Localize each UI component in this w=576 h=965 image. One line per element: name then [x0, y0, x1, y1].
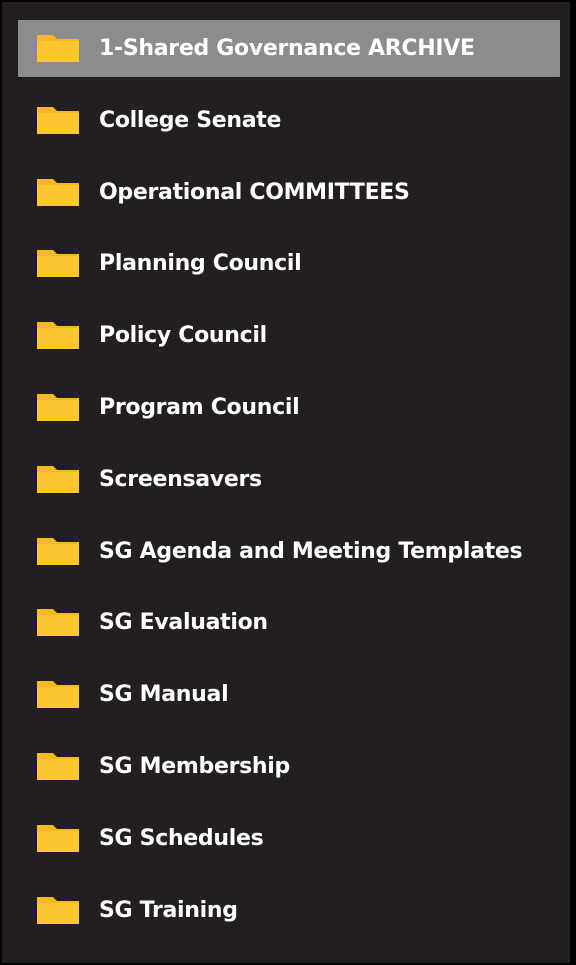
folder-panel: 1-Shared Governance ARCHIVE College Sena…: [0, 0, 576, 965]
folder-label: Operational COMMITTEES: [99, 179, 410, 205]
folder-icon: [35, 177, 81, 208]
folder-icon: [35, 895, 81, 926]
folder-item-sg-manual[interactable]: SG Manual: [18, 666, 560, 723]
folder-label: Planning Council: [99, 251, 302, 277]
folder-icon: [35, 248, 81, 279]
folder-icon: [35, 536, 81, 567]
folder-icon: [35, 751, 81, 782]
folder-icon: [35, 464, 81, 495]
folder-label: SG Schedules: [99, 825, 264, 851]
folder-label: Policy Council: [99, 323, 267, 349]
folder-label: Program Council: [99, 394, 300, 420]
folder-label: SG Agenda and Meeting Templates: [99, 538, 523, 564]
folder-item-sg-training[interactable]: SG Training: [18, 882, 560, 939]
folder-label: Screensavers: [99, 466, 262, 492]
folder-item-policy-council[interactable]: Policy Council: [18, 307, 560, 364]
folder-icon: [35, 105, 81, 136]
folder-icon: [35, 320, 81, 351]
folder-item-sg-schedules[interactable]: SG Schedules: [18, 810, 560, 867]
folder-label: College Senate: [99, 107, 282, 133]
folder-item-planning-council[interactable]: Planning Council: [18, 235, 560, 292]
folder-label: 1-Shared Governance ARCHIVE: [99, 36, 475, 61]
folder-item-sg-evaluation[interactable]: SG Evaluation: [18, 594, 560, 651]
folder-item-college-senate[interactable]: College Senate: [18, 92, 560, 149]
folder-icon: [35, 392, 81, 423]
folder-label: SG Manual: [99, 682, 229, 708]
folder-item-shared-governance-archive[interactable]: 1-Shared Governance ARCHIVE: [18, 20, 560, 77]
folder-icon: [35, 823, 81, 854]
folder-label: SG Evaluation: [99, 610, 268, 636]
folder-icon: [35, 607, 81, 638]
folder-item-operational-committees[interactable]: Operational COMMITTEES: [18, 164, 560, 221]
folder-list: 1-Shared Governance ARCHIVE College Sena…: [18, 20, 560, 953]
folder-icon: [35, 33, 81, 64]
folder-icon: [35, 679, 81, 710]
folder-item-sg-agenda-templates[interactable]: SG Agenda and Meeting Templates: [18, 523, 560, 580]
folder-item-program-council[interactable]: Program Council: [18, 379, 560, 436]
folder-item-screensavers[interactable]: Screensavers: [18, 451, 560, 508]
folder-label: SG Training: [99, 897, 238, 923]
folder-item-sg-membership[interactable]: SG Membership: [18, 738, 560, 795]
folder-label: SG Membership: [99, 753, 290, 779]
